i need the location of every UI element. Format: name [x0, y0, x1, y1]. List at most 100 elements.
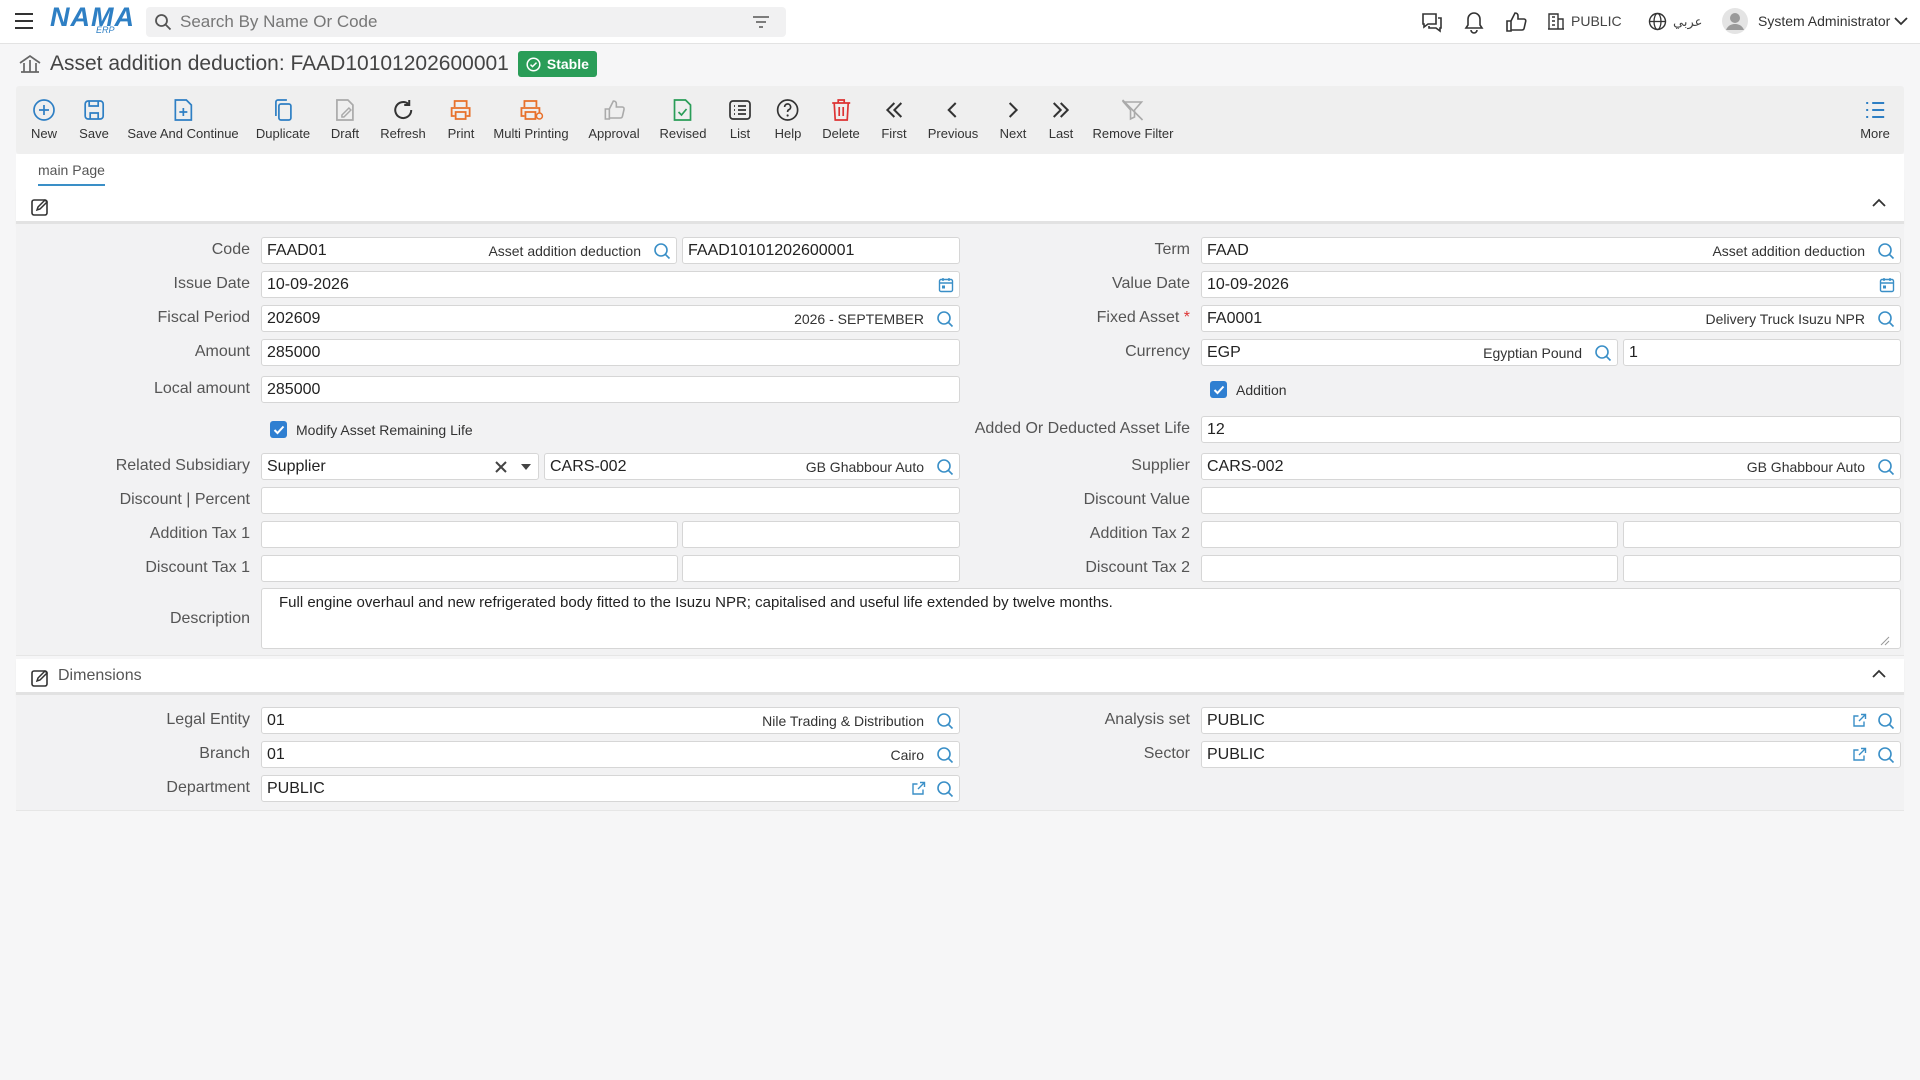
chat-icon[interactable] [1420, 11, 1444, 33]
discount-tax2-field[interactable] [1201, 555, 1618, 582]
amount-field[interactable]: 285000 [261, 339, 960, 366]
save-button[interactable]: Save [79, 86, 109, 154]
user-name: System Administrator [1758, 13, 1891, 29]
dimensions-section-header[interactable]: Dimensions [16, 659, 1904, 695]
approval-button[interactable]: Approval [588, 86, 640, 154]
save-continue-button[interactable]: Save And Continue [127, 86, 239, 154]
modify-life-checkbox[interactable]: Modify Asset Remaining Life [270, 421, 473, 438]
currency-value: EGP [1207, 343, 1241, 361]
refresh-button[interactable]: Refresh [380, 86, 426, 154]
calendar-icon[interactable] [1879, 277, 1895, 293]
draft-button[interactable]: Draft [331, 86, 359, 154]
term-field[interactable]: FAAD Asset addition deduction [1201, 237, 1901, 264]
department-field[interactable]: PUBLIC [261, 775, 960, 802]
bell-icon[interactable] [1463, 10, 1485, 34]
new-button[interactable]: New [31, 86, 57, 154]
help-button[interactable]: Help [775, 86, 801, 154]
legal-entity-field[interactable]: 01 Nile Trading & Distribution [261, 707, 960, 734]
branch-desc: Cairo [890, 746, 924, 763]
menu-icon[interactable] [14, 12, 34, 30]
local-amount-field[interactable]: 285000 [261, 376, 960, 403]
next-button[interactable]: Next [1000, 86, 1026, 154]
addition-tax1-amount-field[interactable] [682, 521, 960, 548]
lookup-search-icon[interactable] [653, 242, 671, 260]
added-life-field[interactable]: 12 [1201, 416, 1901, 443]
code-number: FAAD10101202600001 [688, 241, 855, 259]
discount-value-field[interactable] [1201, 487, 1901, 514]
caret-down-icon[interactable] [521, 463, 531, 470]
duplicate-button[interactable]: Duplicate [256, 86, 310, 154]
fiscal-period-field[interactable]: 202609 2026 - SEPTEMBER [261, 305, 960, 332]
sector-field[interactable]: PUBLIC [1201, 741, 1901, 768]
remove-filter-button[interactable]: Remove Filter [1092, 86, 1174, 154]
discount-tax1-amount-field[interactable] [682, 555, 960, 582]
app-logo[interactable]: NAMA ERP [50, 4, 135, 36]
lookup-search-icon[interactable] [1877, 242, 1895, 260]
discount-percent-field[interactable] [261, 487, 960, 514]
related-subsidiary-select[interactable]: Supplier [261, 453, 539, 480]
issue-date-field[interactable]: 10-09-2026 [261, 271, 960, 298]
addition-checkbox[interactable]: Addition [1210, 381, 1287, 398]
legal-entity-desc: Nile Trading & Distribution [762, 712, 924, 729]
chevron-up-icon[interactable] [1872, 198, 1886, 208]
branch-label: Branch [199, 745, 250, 762]
discount-tax1-field[interactable] [261, 555, 678, 582]
revised-label: Revised [659, 126, 707, 141]
refresh-label: Refresh [380, 126, 426, 141]
first-button[interactable]: First [881, 86, 907, 154]
code-number-field[interactable]: FAAD10101202600001 [682, 237, 960, 264]
addition-tax2-amount-field[interactable] [1623, 521, 1901, 548]
resize-handle-icon[interactable] [1880, 636, 1890, 646]
asset-icon [18, 54, 42, 74]
delete-button[interactable]: Delete [822, 86, 860, 154]
local-amount-label: Local amount [153, 380, 250, 397]
main-section-header[interactable] [16, 188, 1904, 224]
previous-button[interactable]: Previous [928, 86, 978, 154]
supplier-field[interactable]: CARS-002 GB Ghabbour Auto [1201, 453, 1901, 480]
language-label: عربي [1673, 13, 1703, 29]
clear-icon[interactable] [495, 460, 507, 473]
lookup-search-icon[interactable] [1877, 458, 1895, 476]
code-field[interactable]: FAAD01 Asset addition deduction [261, 237, 677, 264]
print-label: Print [447, 126, 475, 141]
tab-main-page[interactable]: main Page [38, 162, 105, 186]
required-mark: * [1183, 309, 1190, 326]
lookup-search-icon[interactable] [936, 780, 954, 798]
lookup-search-icon[interactable] [1877, 746, 1895, 764]
branch-field[interactable]: 01 Cairo [261, 741, 960, 768]
discount-tax1-label: Discount Tax 1 [145, 559, 250, 576]
lookup-search-icon[interactable] [1877, 712, 1895, 730]
addition-tax1-field[interactable] [261, 521, 678, 548]
search-bar[interactable]: Search By Name Or Code [146, 7, 786, 37]
remove-filter-label: Remove Filter [1092, 126, 1174, 141]
external-link-icon[interactable] [1852, 747, 1867, 762]
value-date-field[interactable]: 10-09-2026 [1201, 271, 1901, 298]
language-selector[interactable]: عربي [1648, 12, 1702, 31]
currency-field[interactable]: EGP Egyptian Pound [1201, 339, 1618, 366]
search-input[interactable]: Search By Name Or Code [180, 12, 744, 32]
external-link-icon[interactable] [1852, 713, 1867, 728]
lookup-search-icon[interactable] [1877, 310, 1895, 328]
fixed-asset-field[interactable]: FA0001 Delivery Truck Isuzu NPR [1201, 305, 1901, 332]
chevron-up-icon[interactable] [1872, 669, 1886, 679]
revised-button[interactable]: Revised [659, 86, 707, 154]
print-button[interactable]: Print [447, 86, 475, 154]
lookup-search-icon[interactable] [1594, 344, 1612, 362]
last-button[interactable]: Last [1049, 86, 1073, 154]
action-toolbar: New Save Save And Continue Duplicate Dra… [16, 86, 1904, 154]
discount-tax2-amount-field[interactable] [1623, 555, 1901, 582]
addition-tax2-field[interactable] [1201, 521, 1618, 548]
user-menu[interactable]: System Administrator [1722, 8, 1908, 34]
chevrons-right-icon [1050, 97, 1072, 123]
external-link-icon[interactable] [911, 781, 926, 796]
multi-printing-button[interactable]: Multi Printing [493, 86, 569, 154]
more-button[interactable]: More [1860, 86, 1890, 154]
thumbs-up-icon[interactable] [1504, 10, 1528, 34]
currency-rate-field[interactable]: 1 [1623, 339, 1901, 366]
public-selector[interactable]: PUBLIC [1547, 12, 1622, 30]
related-subsidiary-code-field[interactable]: CARS-002 GB Ghabbour Auto [544, 453, 960, 480]
description-textarea[interactable]: Full engine overhaul and new refrigerate… [261, 588, 1901, 649]
list-button[interactable]: List [728, 86, 752, 154]
analysis-set-field[interactable]: PUBLIC [1201, 707, 1901, 734]
filter-icon[interactable] [752, 15, 770, 29]
